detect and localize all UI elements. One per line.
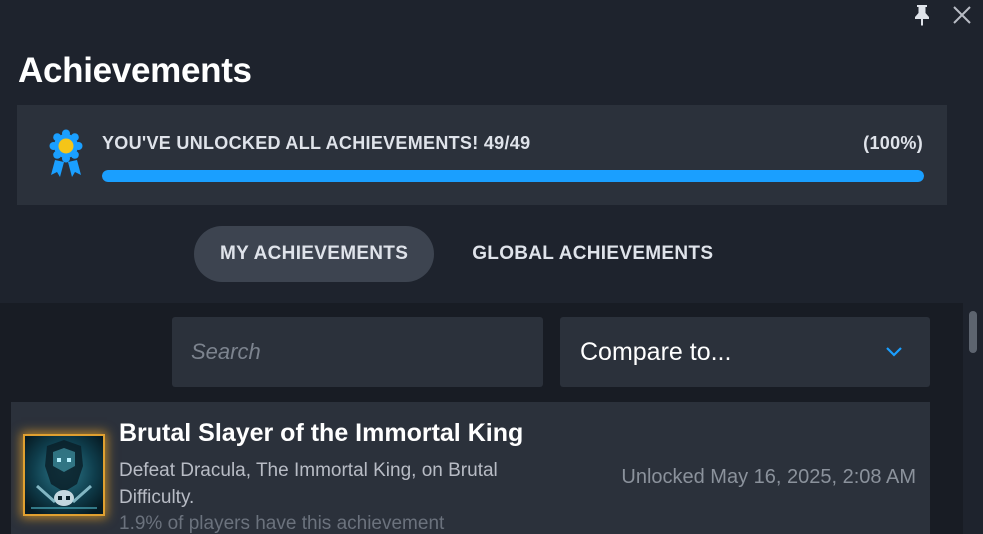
tab-global-achievements[interactable]: GLOBAL ACHIEVEMENTS — [446, 226, 739, 282]
achievement-badge — [23, 434, 105, 516]
achievement-row[interactable]: Brutal Slayer of the Immortal King Defea… — [11, 402, 930, 534]
chevron-down-icon — [886, 347, 902, 357]
achievement-tabs: MY ACHIEVEMENTS GLOBAL ACHIEVEMENTS — [194, 226, 739, 282]
pin-icon[interactable] — [907, 0, 937, 30]
progress-bar-fill — [102, 170, 924, 182]
achievement-description: Defeat Dracula, The Immortal King, on Br… — [119, 460, 498, 508]
progress-bar — [102, 170, 924, 182]
tab-my-achievements[interactable]: MY ACHIEVEMENTS — [194, 226, 435, 282]
scrollbar-thumb[interactable] — [969, 311, 977, 353]
search-input[interactable] — [189, 338, 543, 366]
progress-message: YOU'VE UNLOCKED ALL ACHIEVEMENTS! 49/49 — [102, 133, 531, 153]
window-controls — [907, 0, 983, 30]
progress-panel: YOU'VE UNLOCKED ALL ACHIEVEMENTS! 49/49 … — [17, 105, 947, 205]
page-title: Achievements — [18, 51, 252, 90]
scrollbar[interactable] — [963, 303, 983, 534]
compare-dropdown[interactable]: Compare to... — [560, 317, 930, 387]
achievement-unlock-date: Unlocked May 16, 2025, 2:08 AM — [621, 466, 916, 488]
achievement-name: Brutal Slayer of the Immortal King — [119, 419, 524, 447]
close-icon[interactable] — [947, 0, 977, 30]
achievement-badge-icon — [25, 436, 103, 514]
search-field[interactable] — [172, 317, 543, 387]
achievement-rarity: 1.9% of players have this achievement — [119, 513, 445, 534]
compare-label: Compare to... — [580, 337, 732, 366]
medal-icon — [49, 129, 83, 177]
progress-percent: (100%) — [863, 133, 923, 153]
